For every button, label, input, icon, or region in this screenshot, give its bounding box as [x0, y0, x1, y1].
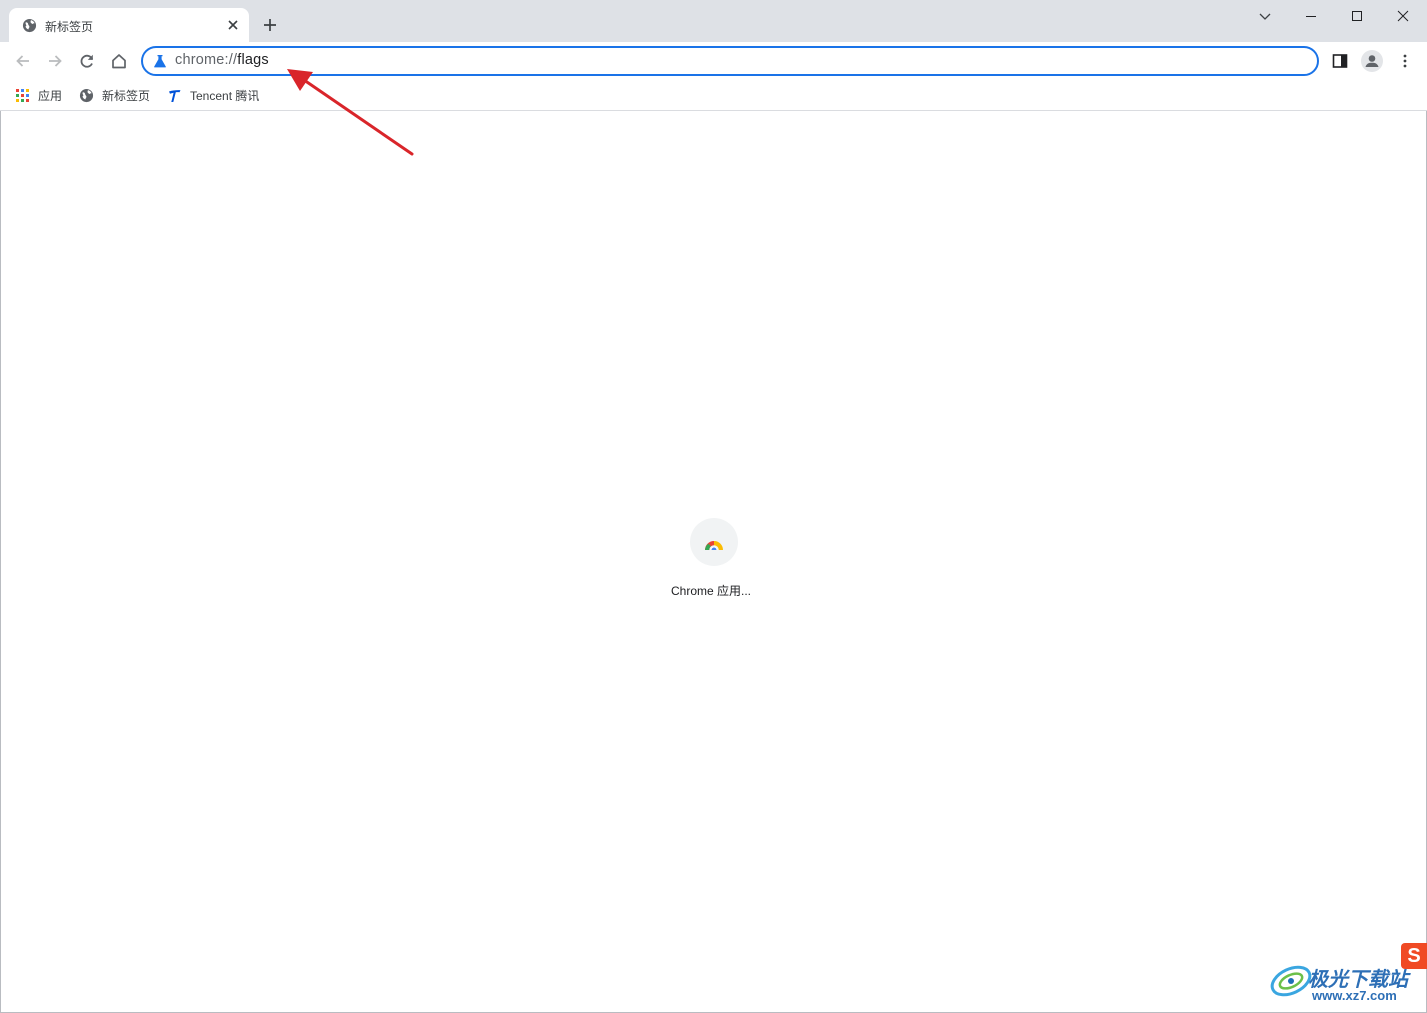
shortcut-chrome-apps[interactable]: Chrome 应用...: [655, 516, 773, 606]
profile-avatar[interactable]: [1361, 50, 1383, 72]
globe-icon: [79, 88, 94, 102]
minimize-icon: [1306, 16, 1316, 17]
close-icon: [1397, 10, 1409, 22]
home-icon: [112, 54, 126, 69]
tab-new-tab[interactable]: 新标签页: [9, 8, 249, 42]
arrow-right-icon: [49, 55, 62, 67]
bookmark-label: 应用: [38, 88, 63, 103]
bookmark-label: 新标签页: [102, 88, 151, 103]
reload-button[interactable]: [76, 50, 98, 72]
forward-button[interactable]: [44, 50, 66, 72]
annotation-arrow: [287, 69, 414, 156]
experiment-flask-icon: [154, 55, 166, 68]
tencent-icon: [169, 89, 181, 102]
watermark-logo: 极光下载站 www.xz7.com S: [1268, 943, 1427, 1009]
watermark-url: www.xz7.com: [1312, 988, 1397, 1003]
address-path: flags: [237, 52, 269, 68]
person-icon: [1365, 55, 1379, 67]
side-panel-icon: [1332, 54, 1348, 68]
bookmark-label: Tencent 腾讯: [190, 88, 260, 103]
bookmark-new-tab[interactable]: 新标签页: [79, 85, 150, 105]
menu-button[interactable]: [1394, 50, 1416, 72]
globe-icon: [22, 18, 37, 33]
chrome-logo-icon: [705, 541, 723, 550]
tab-strip: 新标签页: [0, 0, 1427, 42]
back-button[interactable]: [12, 50, 34, 72]
tab-search-button[interactable]: [1242, 0, 1288, 32]
home-button[interactable]: [108, 50, 130, 72]
new-tab-button[interactable]: [261, 16, 279, 34]
maximize-button[interactable]: [1334, 0, 1380, 32]
browser-window: [0, 0, 1427, 1013]
apps-grid-icon: [16, 88, 29, 102]
reload-icon: [80, 54, 94, 68]
toolbar: chrome://flags: [0, 42, 1427, 80]
shortcut-tile: [690, 518, 738, 566]
bookmark-apps[interactable]: 应用: [15, 85, 62, 105]
maximize-icon: [1352, 11, 1362, 21]
bookmarks-bar: 应用 新标签页 Tencent 腾讯: [0, 80, 1427, 111]
minimize-button[interactable]: [1288, 0, 1334, 32]
shortcut-label: Chrome 应用...: [670, 584, 752, 598]
side-panel-button[interactable]: [1329, 50, 1351, 72]
chevron-down-icon: [1259, 13, 1271, 20]
arrow-left-icon: [16, 55, 29, 67]
address-text: chrome://flags: [175, 52, 269, 68]
bookmark-tencent[interactable]: Tencent 腾讯: [167, 85, 259, 105]
sogou-badge: S: [1401, 943, 1427, 969]
address-scheme: chrome://: [175, 52, 238, 68]
close-window-button[interactable]: [1380, 0, 1426, 32]
tab-title: 新标签页: [45, 20, 94, 34]
close-icon[interactable]: [225, 17, 241, 33]
more-vert-icon: [1403, 54, 1407, 68]
